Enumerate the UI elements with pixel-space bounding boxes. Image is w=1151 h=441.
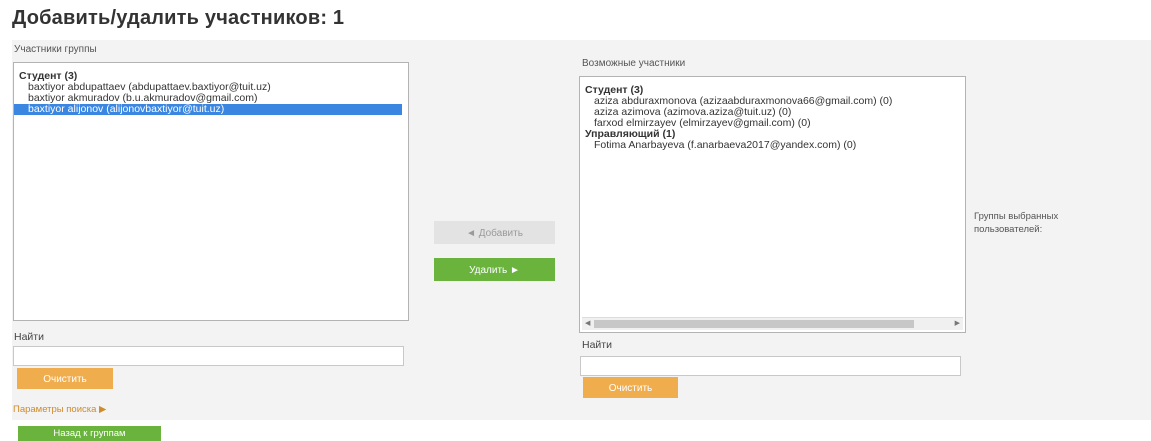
search-params-link[interactable]: Параметры поиска ▶ [13,404,106,415]
scroll-left-arrow-icon[interactable]: ◀ [585,318,590,330]
add-button[interactable]: ◄ Добавить [434,221,555,244]
potential-search-input[interactable] [580,356,961,376]
members-clear-button[interactable]: Очистить [17,368,113,389]
horizontal-scrollbar[interactable]: ◀ ▶ [582,317,963,330]
scroll-right-arrow-icon[interactable]: ▶ [955,318,960,330]
potential-find-label: Найти [582,339,612,351]
potential-members-label: Возможные участники [582,58,686,69]
page-title: Добавить/удалить участников: 1 [12,7,345,29]
members-find-label: Найти [14,331,44,343]
back-to-groups-button[interactable]: Назад к группам [18,426,161,441]
potential-clear-button[interactable]: Очистить [583,377,678,398]
selected-users-groups-note: Группы выбранных пользователей: [974,211,1059,235]
group-members-listbox[interactable]: Студент (3) baxtiyor abdupattaev (abdupat… [13,62,409,321]
list-option[interactable]: Fotima Anarbayeva (f.anarbaeva2017@yande… [580,140,965,151]
remove-button[interactable]: Удалить ► [434,258,555,281]
members-search-input[interactable] [13,346,404,366]
scrollbar-thumb[interactable] [594,320,914,328]
list-option[interactable]: baxtiyor alijonov (alijonovbaxtiyor@tuit… [14,104,402,115]
potential-members-listbox[interactable]: Студент (3) aziza abduraxmonova (azizaabd… [579,76,966,333]
group-members-label: Участники группы [14,44,97,55]
